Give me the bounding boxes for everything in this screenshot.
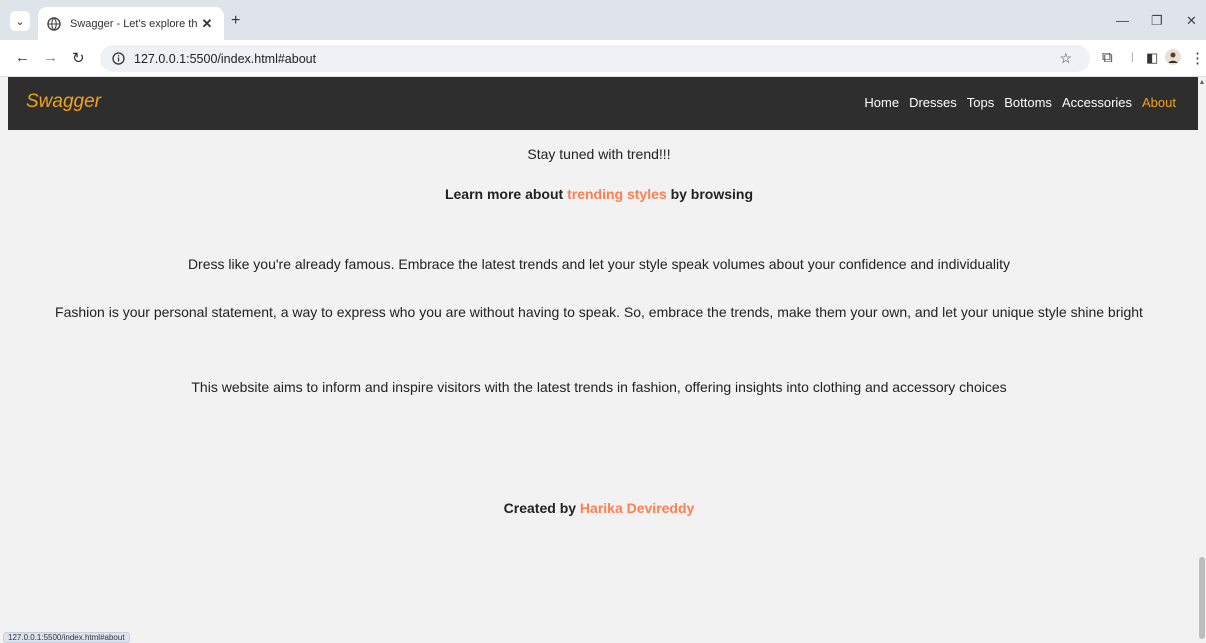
- extensions-puzzle-icon[interactable]: ⧉: [1102, 49, 1113, 66]
- browser-toolbar: ← → ↻ 127.0.0.1:5500/index.html#about ☆ …: [0, 40, 1206, 77]
- more-menu-icon[interactable]: ⋮: [1190, 49, 1205, 67]
- site-navbar: Swagger Home Dresses Tops Bottoms Access…: [8, 77, 1198, 130]
- close-tab-icon[interactable]: ✕: [198, 16, 216, 32]
- bookmark-star-icon[interactable]: ☆: [1059, 50, 1072, 67]
- new-tab-plus-icon[interactable]: +: [231, 12, 240, 30]
- nav-link-dresses[interactable]: Dresses: [909, 95, 957, 110]
- author-name: Harika Devireddy: [579, 500, 695, 516]
- browser-tab[interactable]: Swagger - Let's explore the tren ✕: [38, 7, 224, 40]
- restore-icon[interactable]: ❐: [1151, 13, 1163, 29]
- brand-logo[interactable]: Swagger: [26, 91, 101, 113]
- toolbar-divider: |: [1131, 52, 1134, 63]
- side-panel-icon[interactable]: ◧: [1146, 50, 1158, 66]
- page-viewport: Swagger Home Dresses Tops Bottoms Access…: [0, 77, 1206, 643]
- about-paragraph-2: Fashion is your personal statement, a wa…: [55, 304, 1143, 320]
- page-scrollbar[interactable]: ▲: [1198, 77, 1206, 643]
- nav-link-accessories[interactable]: Accessories: [1062, 95, 1132, 110]
- stay-tuned-text: Stay tuned with trend!!!: [527, 146, 671, 162]
- tab-title: Swagger - Let's explore the tren: [70, 17, 198, 30]
- nav-link-home[interactable]: Home: [864, 95, 899, 110]
- browser-tab-bar: ⌄ Swagger - Let's explore the tren ✕ + —…: [0, 0, 1206, 40]
- forward-arrow-icon[interactable]: →: [43, 49, 58, 66]
- tab-search-chevron-icon[interactable]: ⌄: [10, 11, 30, 31]
- created-prefix: Created by: [503, 500, 580, 516]
- back-arrow-icon[interactable]: ←: [15, 49, 30, 66]
- learn-prefix: Learn more about: [444, 186, 568, 202]
- created-by-credit: Created by Harika Devireddy: [0, 500, 1198, 516]
- url-text: 127.0.0.1:5500/index.html#about: [134, 51, 317, 66]
- minimize-icon[interactable]: —: [1116, 13, 1129, 28]
- learn-suffix: by browsing: [666, 186, 754, 202]
- trending-styles-highlight: trending styles: [567, 186, 667, 202]
- nav-link-tops[interactable]: Tops: [967, 95, 994, 110]
- nav-link-bottoms[interactable]: Bottoms: [1004, 95, 1052, 110]
- reload-icon[interactable]: ↻: [72, 49, 85, 67]
- site-info-icon[interactable]: [110, 51, 126, 67]
- scrollbar-thumb[interactable]: [1199, 557, 1205, 639]
- globe-icon: [46, 16, 62, 32]
- status-bar-url: 127.0.0.1:5500/index.html#about: [3, 632, 130, 643]
- about-paragraph-1: Dress like you're already famous. Embrac…: [187, 256, 1011, 272]
- learn-more-heading: Learn more about trending styles by brow…: [0, 186, 1198, 202]
- profile-avatar[interactable]: [1165, 49, 1181, 69]
- window-close-icon[interactable]: ✕: [1186, 13, 1197, 29]
- about-paragraph-3: This website aims to inform and inspire …: [191, 379, 1007, 395]
- address-bar[interactable]: 127.0.0.1:5500/index.html#about ☆: [100, 45, 1090, 72]
- nav-links: Home Dresses Tops Bottoms Accessories Ab…: [864, 95, 1176, 110]
- nav-link-about[interactable]: About: [1142, 95, 1176, 110]
- scroll-up-arrow-icon[interactable]: ▲: [1198, 79, 1206, 86]
